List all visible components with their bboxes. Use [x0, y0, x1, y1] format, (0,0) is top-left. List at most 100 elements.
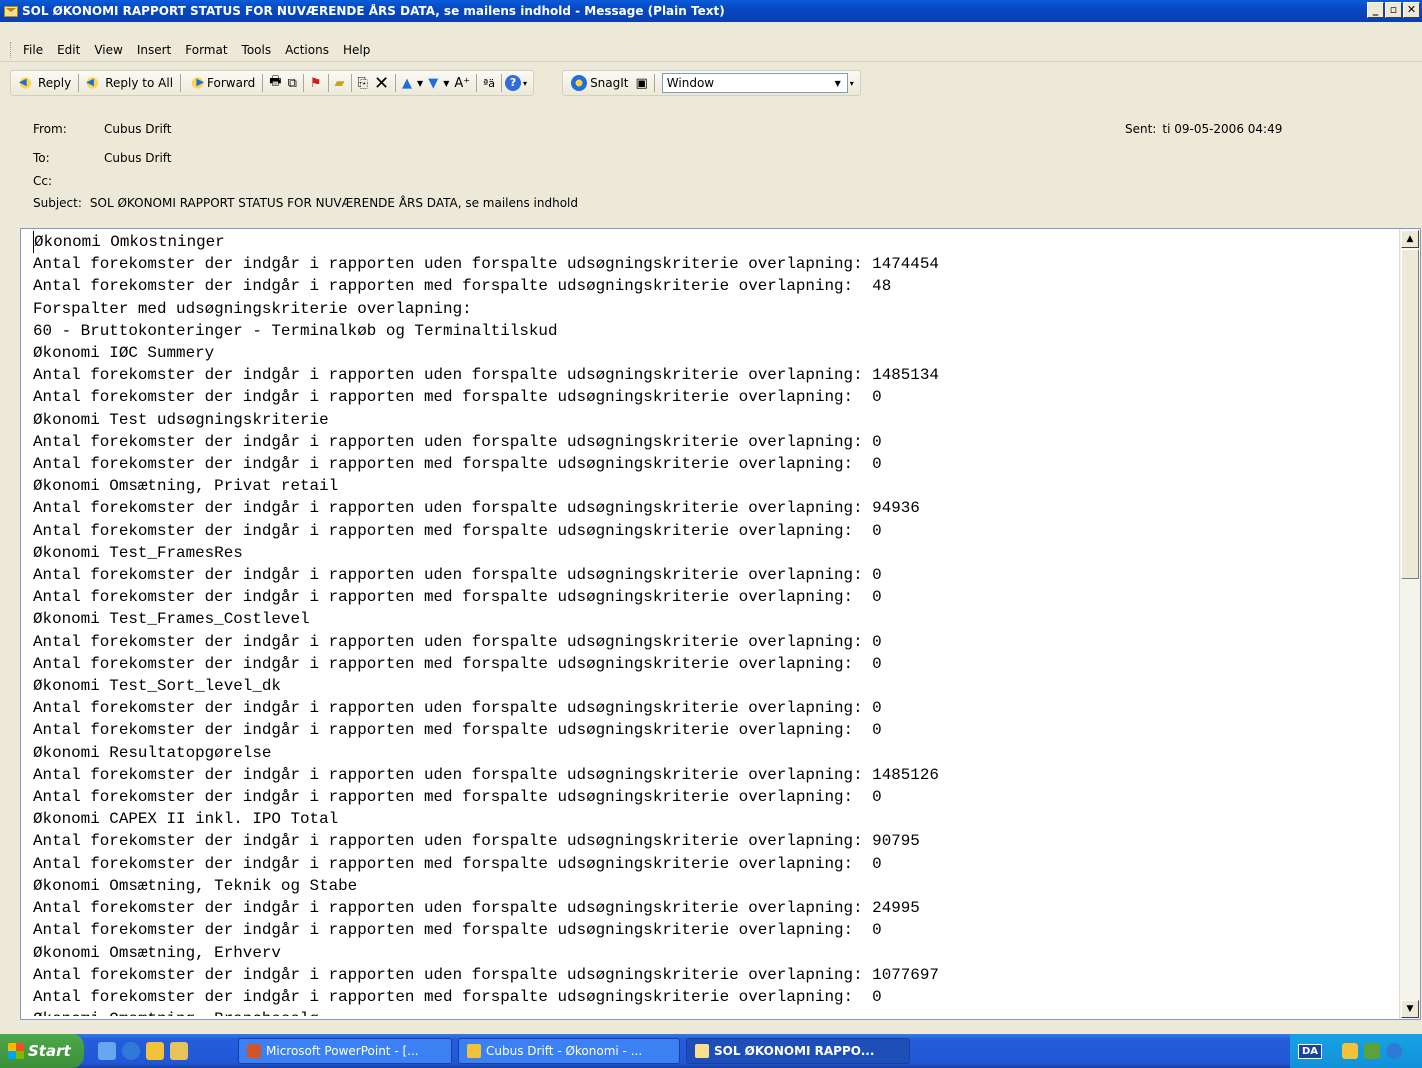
body-line: Antal forekomster der indgår i rapporten… — [33, 788, 882, 807]
envelope-icon — [695, 1044, 709, 1058]
toolbar-main: Reply Reply to All Forward 🖶 ⧉ ⚑ ▰ ⎘ ✕ — [10, 70, 535, 96]
globe-tray-icon[interactable] — [1386, 1043, 1403, 1059]
menu-insert[interactable]: Insert — [133, 41, 181, 59]
show-desktop-icon[interactable] — [98, 1042, 116, 1060]
menu-tools[interactable]: Tools — [238, 41, 282, 59]
title-bar[interactable]: SOL ØKONOMI RAPPORT STATUS FOR NUVÆRENDE… — [0, 0, 1422, 22]
body-line: Antal forekomster der indgår i rapporten… — [33, 432, 882, 451]
body-line: Forspalter med udsøgningskriterie overla… — [33, 299, 472, 318]
start-button[interactable]: Start — [0, 1034, 84, 1068]
body-line: Antal forekomster der indgår i rapporten… — [33, 388, 882, 407]
toolbar-options-icon[interactable]: ▾ — [521, 79, 529, 88]
separator — [501, 74, 503, 92]
separator — [302, 74, 304, 92]
body-line: Antal forekomster der indgår i rapporten… — [33, 521, 882, 540]
separator — [653, 74, 655, 92]
body-line: Antal forekomster der indgår i rapporten… — [33, 632, 882, 651]
copy-icon[interactable]: ⧉ — [285, 76, 300, 91]
print-icon[interactable]: 🖶 — [266, 72, 284, 94]
folder-icon[interactable] — [170, 1042, 188, 1060]
cc-row: Cc: — [33, 174, 53, 188]
minimize-button[interactable]: _ — [1367, 2, 1384, 18]
task-powerpoint[interactable]: Microsoft PowerPoint - [... — [238, 1038, 452, 1064]
message-body[interactable]: Økonomi Omkostninger Antal forekomster de… — [20, 228, 1421, 1020]
separator — [262, 74, 264, 92]
delete-icon[interactable]: ✕ — [371, 73, 392, 94]
forward-button[interactable]: Forward — [184, 73, 259, 93]
close-button[interactable]: ✕ — [1403, 2, 1420, 18]
chevron-down-icon[interactable]: ▼ — [833, 79, 843, 88]
previous-item-icon[interactable]: ▲ — [399, 76, 415, 91]
body-line: Økonomi Omkostninger — [33, 231, 1393, 254]
to-value[interactable]: Cubus Drift — [104, 151, 172, 165]
body-line: Antal forekomster der indgår i rapporten… — [33, 721, 882, 740]
separator — [180, 74, 182, 92]
toolbar-grip[interactable] — [10, 41, 13, 58]
outlook-tray-icon[interactable] — [1342, 1043, 1359, 1059]
subject-row: Subject: SOL ØKONOMI RAPPORT STATUS FOR N… — [33, 196, 579, 210]
menu-edit[interactable]: Edit — [53, 41, 90, 59]
toolbar-options-icon[interactable]: ▾ — [848, 79, 856, 88]
sent-value: ti 09-05-2006 04:49 — [1162, 122, 1283, 136]
body-line: Antal forekomster der indgår i rapporten… — [33, 765, 939, 784]
font-size-icon[interactable]: A⁺ — [451, 76, 473, 91]
task-cubus-drift[interactable]: Cubus Drift - Økonomi - ... — [458, 1038, 680, 1064]
taskbar: Start Microsoft PowerPoint - [... Cubus … — [0, 1034, 1422, 1068]
body-line: Antal forekomster der indgår i rapporten… — [33, 499, 920, 518]
scroll-down-button[interactable]: ▼ — [1401, 1000, 1419, 1018]
body-line: Antal forekomster der indgår i rapporten… — [33, 277, 892, 296]
body-line: Antal forekomster der indgår i rapporten… — [33, 987, 882, 1006]
move-to-folder-icon[interactable]: ⎘ — [355, 76, 371, 91]
body-line: Antal forekomster der indgår i rapporten… — [33, 654, 882, 673]
body-line: Antal forekomster der indgår i rapporten… — [33, 455, 882, 474]
body-line: Antal forekomster der indgår i rapporten… — [33, 832, 920, 851]
menu-view[interactable]: View — [90, 41, 132, 59]
body-line: Antal forekomster der indgår i rapporten… — [33, 566, 882, 585]
maximize-button[interactable]: ▫ — [1385, 2, 1402, 18]
language-indicator[interactable]: DA — [1298, 1043, 1323, 1059]
scroll-up-button[interactable]: ▲ — [1401, 230, 1419, 248]
body-line: Antal forekomster der indgår i rapporten… — [33, 965, 939, 984]
snagit-capture-icon[interactable]: ▣ — [633, 76, 651, 91]
outlook-icon[interactable] — [146, 1042, 164, 1060]
quick-launch — [98, 1042, 188, 1060]
separator — [78, 74, 80, 92]
reply-icon — [19, 75, 35, 91]
body-line: Økonomi CAPEX II inkl. IPO Total — [33, 810, 339, 829]
menu-actions[interactable]: Actions — [281, 41, 339, 59]
task-sol-okonomi[interactable]: SOL ØKONOMI RAPPO... — [686, 1038, 910, 1064]
vertical-scrollbar[interactable]: ▲ ▼ — [1399, 229, 1420, 1019]
chevron-down-icon[interactable]: ▼ — [441, 79, 451, 88]
next-item-icon[interactable]: ▼ — [425, 76, 441, 91]
body-line: Antal forekomster der indgår i rapporten… — [33, 921, 882, 940]
open-folder-icon[interactable]: ▰ — [332, 76, 348, 91]
snagit-icon — [571, 75, 588, 91]
body-line: Økonomi Resultatopgørelse — [33, 743, 272, 762]
snagit-toolbar: SnagIt ▣ Window ▼ ▾ — [562, 70, 861, 96]
reply-all-icon — [86, 75, 103, 91]
scroll-thumb[interactable] — [1401, 249, 1419, 579]
from-value[interactable]: Cubus Drift — [104, 122, 172, 136]
snagit-window-combo[interactable]: Window ▼ — [661, 73, 848, 93]
body-line: Økonomi Omsætning, Erhverv — [33, 943, 281, 962]
menu-file[interactable]: File — [19, 41, 53, 59]
network-tray-icon[interactable] — [1364, 1043, 1381, 1059]
body-line: Økonomi Omsætning, Privat retail — [33, 477, 339, 496]
flag-icon[interactable]: ⚑ — [307, 76, 325, 91]
body-line: Antal forekomster der indgår i rapporten… — [33, 899, 920, 918]
help-icon[interactable]: ? — [505, 75, 522, 91]
chevron-down-icon[interactable]: ▼ — [415, 79, 425, 88]
separator — [350, 74, 352, 92]
menu-help[interactable]: Help — [339, 41, 380, 59]
internet-explorer-icon[interactable] — [122, 1042, 140, 1060]
reply-button[interactable]: Reply — [15, 73, 75, 93]
reply-all-button[interactable]: Reply to All — [82, 73, 177, 93]
message-text[interactable]: Økonomi Omkostninger Antal forekomster de… — [33, 231, 1393, 1016]
menu-format[interactable]: Format — [181, 41, 237, 59]
body-line: Økonomi Test_Sort_level_dk — [33, 677, 281, 696]
body-line: Økonomi Test_Frames_Costlevel — [33, 610, 310, 629]
encoding-icon[interactable]: ªä — [480, 77, 498, 90]
body-line: Økonomi Test_FramesRes — [33, 543, 243, 562]
snagit-button[interactable]: SnagIt — [567, 73, 632, 93]
separator — [476, 74, 478, 92]
